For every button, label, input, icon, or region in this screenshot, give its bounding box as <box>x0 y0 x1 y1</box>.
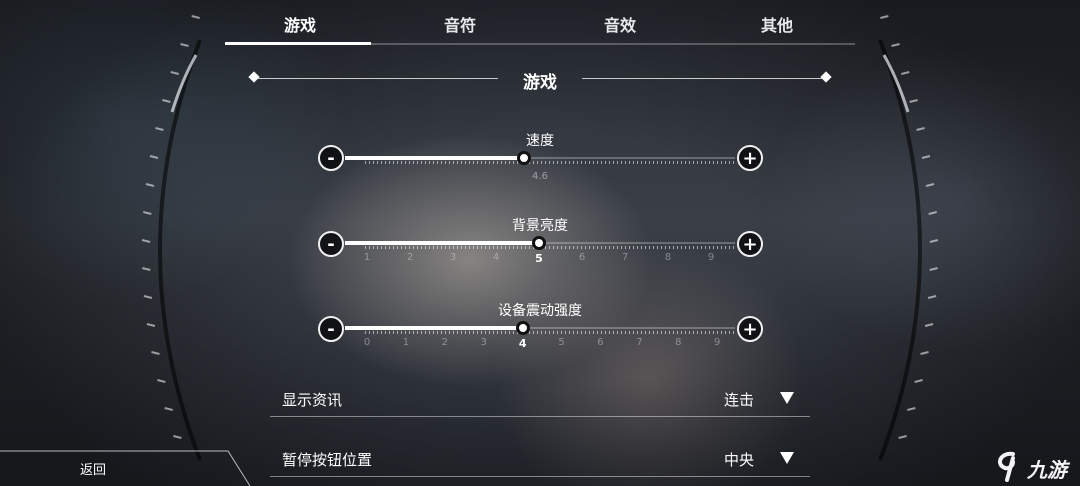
brightness-decrease-button[interactable]: - <box>318 231 344 257</box>
watermark-logo: 九游 <box>991 450 1077 482</box>
brightness-track-fill <box>345 241 539 245</box>
brightness-increase-button[interactable]: + <box>737 231 763 257</box>
dropdown-arrow-icon[interactable] <box>780 452 794 464</box>
tab-other[interactable]: 其他 <box>702 12 852 36</box>
brightness-tick-labels: 1 2 3 4 5 6 7 8 9 <box>345 252 735 266</box>
speed-slider[interactable] <box>345 151 735 165</box>
dropdown-arrow-icon[interactable] <box>780 392 794 404</box>
tab-sound-effects[interactable]: 音效 <box>545 12 695 36</box>
vibration-tick-5: 5 <box>558 337 565 348</box>
speed-value: 4.6 <box>532 171 548 182</box>
vibration-tick-9: 9 <box>714 337 721 348</box>
vibration-tick-6: 6 <box>597 337 604 348</box>
tab-game[interactable]: 游戏 <box>225 12 375 36</box>
row-divider <box>270 416 810 417</box>
vibration-tick-7: 7 <box>636 337 643 348</box>
brightness-tick-1: 1 <box>363 252 371 263</box>
vibration-track-dots <box>365 331 735 334</box>
brightness-tick-7: 7 <box>621 252 629 263</box>
vibration-slider-handle[interactable] <box>515 321 530 335</box>
watermark-text: 九游 <box>1027 458 1067 482</box>
section-header: 游戏 <box>248 66 832 93</box>
brightness-tick-4: 4 <box>492 252 500 263</box>
speed-track-dots <box>365 161 735 164</box>
speed-label: 速度 <box>526 133 554 149</box>
speed-track-fill <box>345 156 525 160</box>
back-label: 返回 <box>80 463 107 478</box>
vibration-increase-button[interactable]: + <box>737 316 763 342</box>
brightness-tick-2: 2 <box>406 252 414 263</box>
brightness-tick-8: 8 <box>664 252 672 263</box>
header-line-right <box>582 78 822 79</box>
tab-bar: 游戏 音符 音效 其他 <box>225 0 855 45</box>
pause-button-position-row[interactable]: 暂停按钮位置 中央 <box>270 441 810 477</box>
brightness-tick-3: 3 <box>449 252 457 263</box>
vibration-tick-2: 2 <box>441 337 449 348</box>
vibration-tick-labels: 0 1 2 3 4 5 6 7 8 9 <box>345 337 735 351</box>
show-info-value[interactable]: 连击 <box>724 389 754 410</box>
speed-decrease-button[interactable]: - <box>318 145 344 171</box>
show-info-row[interactable]: 显示资讯 连击 <box>270 381 810 417</box>
section-title: 游戏 <box>523 73 557 93</box>
back-button[interactable]: 返回 <box>0 451 250 486</box>
tab-active-indicator <box>225 42 371 45</box>
vibration-track-fill <box>345 326 523 330</box>
pause-button-position-label: 暂停按钮位置 <box>282 451 373 469</box>
speed-increase-button[interactable]: + <box>737 145 763 171</box>
vibration-tick-0: 0 <box>363 337 371 348</box>
watermark-9-icon <box>997 451 1015 482</box>
brightness-track-dots <box>365 246 735 249</box>
vibration-slider[interactable]: 0 1 2 3 4 5 6 7 8 9 <box>345 321 735 350</box>
vibration-label: 设备震动强度 <box>498 303 582 319</box>
brightness-slider[interactable]: 1 2 3 4 5 6 7 8 9 <box>345 236 735 265</box>
vibration-tick-8: 8 <box>675 337 682 348</box>
vibration-decrease-button[interactable]: - <box>318 316 344 342</box>
row-divider <box>270 476 810 477</box>
brightness-tick-5: 5 <box>535 252 543 265</box>
show-info-label: 显示资讯 <box>282 391 343 409</box>
vibration-tick-1: 1 <box>402 337 410 348</box>
brightness-label: 背景亮度 <box>512 218 568 234</box>
vibration-tick-3: 3 <box>480 337 487 348</box>
brightness-slider-handle[interactable] <box>532 236 546 250</box>
pause-button-position-value[interactable]: 中央 <box>724 449 754 470</box>
brightness-tick-9: 9 <box>707 252 715 263</box>
vibration-tick-4: 4 <box>518 337 527 350</box>
brightness-tick-6: 6 <box>578 252 586 263</box>
tab-notes[interactable]: 音符 <box>385 12 535 36</box>
